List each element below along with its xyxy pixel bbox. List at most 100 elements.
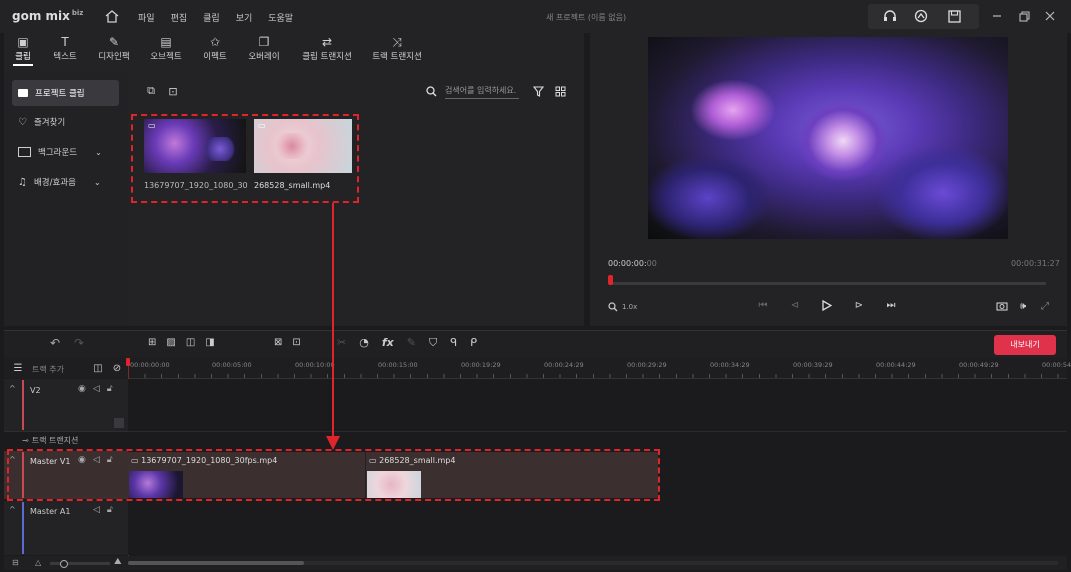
zoom-level[interactable]: 1.0x bbox=[622, 303, 637, 311]
zoom-in-icon[interactable]: ⛰ bbox=[114, 557, 122, 567]
zoom-slider[interactable] bbox=[50, 562, 110, 565]
tab-object[interactable]: ▤ 오브젝트 bbox=[140, 34, 192, 66]
go-to-start-icon[interactable]: ⏮ bbox=[756, 298, 770, 312]
pen-icon[interactable]: ✎ bbox=[407, 336, 416, 350]
tab-overlay[interactable]: ❐ 오버레이 bbox=[238, 34, 290, 66]
current-frame-value: 00 bbox=[646, 259, 657, 268]
current-time-value: 00:00:00 bbox=[608, 259, 644, 268]
app-logo-text: gom mix bbox=[12, 9, 70, 23]
minimize-icon[interactable] bbox=[990, 9, 1004, 23]
playhead-marker[interactable] bbox=[126, 358, 130, 366]
menu-help[interactable]: 도움말 bbox=[268, 11, 293, 24]
add-track-icon[interactable]: ☰ bbox=[12, 362, 24, 374]
sidebar-item-favorites[interactable]: ♡ 즐겨찾기 bbox=[18, 111, 119, 133]
snapshot-icon[interactable] bbox=[995, 300, 1009, 312]
undo-icon[interactable]: ↶ bbox=[48, 336, 62, 350]
capture-icon[interactable] bbox=[913, 8, 929, 24]
preview-seek-handle[interactable] bbox=[608, 275, 613, 285]
speed-icon[interactable]: ◔ bbox=[359, 336, 369, 350]
text-icon: T bbox=[61, 35, 69, 49]
link-icon: ⊸ bbox=[22, 436, 29, 445]
add-media-icon[interactable]: ⧉ bbox=[144, 84, 158, 98]
search-input[interactable]: 검색어를 입력하세요. bbox=[445, 85, 519, 99]
speaker-icon[interactable]: ◁ bbox=[93, 505, 100, 515]
effect-tools: ✂ ◔ fx ✎ ⛉ ᑫ ᑭ bbox=[337, 336, 477, 350]
preview-current-time: 00:00:00:00 bbox=[608, 259, 657, 268]
split-left-icon[interactable]: ◫ bbox=[186, 337, 195, 348]
ruler-label: 00:00:24:29 bbox=[544, 361, 584, 369]
ruler-label: 00:00:54 bbox=[1042, 361, 1071, 369]
split-right-icon[interactable]: ◨ bbox=[205, 337, 214, 348]
collapse-chevron-icon[interactable]: ^ bbox=[9, 505, 16, 514]
tab-design[interactable]: ✎ 디자인팩 bbox=[88, 34, 140, 66]
tab-clip[interactable]: ▣ 클립 bbox=[4, 34, 42, 66]
horizontal-scrollbar-thumb[interactable] bbox=[128, 561, 304, 565]
filter-icon[interactable] bbox=[531, 84, 545, 98]
track-master-a1-lane[interactable] bbox=[128, 501, 1067, 555]
preview-seekbar[interactable] bbox=[609, 282, 1046, 285]
ruler-label: 00:00:29:29 bbox=[627, 361, 667, 369]
preview-flower-3 bbox=[878, 147, 1008, 239]
ruler-label: 00:00:49:29 bbox=[959, 361, 999, 369]
track-split-icon[interactable]: ◫ bbox=[92, 362, 104, 374]
drag-annotation-arrow bbox=[326, 203, 340, 450]
tab-track-transition[interactable]: ⤨ 트랙 트랜지션 bbox=[364, 34, 430, 66]
sidebar-item-background[interactable]: 백그라운드 ⌄ bbox=[18, 141, 119, 163]
tab-clip-transition-label: 클립 트랜지션 bbox=[302, 52, 352, 62]
add-track-label[interactable]: 트랙 추가 bbox=[32, 364, 64, 375]
preview-flower-2 bbox=[798, 101, 888, 181]
go-to-end-icon[interactable]: ⏭ bbox=[884, 298, 898, 312]
add-folder-icon[interactable]: ⊡ bbox=[166, 84, 180, 98]
lock-icon[interactable]: 🔓︎ bbox=[107, 505, 113, 515]
fx-icon[interactable]: fx bbox=[382, 336, 394, 350]
play-icon[interactable] bbox=[820, 298, 834, 312]
marker-in-icon[interactable]: ᑫ bbox=[450, 336, 457, 350]
crop-icon[interactable]: ▨ bbox=[166, 337, 175, 348]
support-icon[interactable] bbox=[882, 8, 898, 24]
magnet-icon[interactable]: ⊘ bbox=[111, 362, 123, 374]
previous-frame-icon[interactable]: ⊲ bbox=[788, 298, 802, 312]
menu-view[interactable]: 보기 bbox=[236, 11, 253, 24]
menu-file[interactable]: 파일 bbox=[138, 11, 155, 24]
speaker-icon[interactable]: ◁ bbox=[93, 384, 100, 394]
heart-icon: ♡ bbox=[18, 116, 27, 128]
restore-icon[interactable] bbox=[1017, 9, 1031, 23]
save-icon[interactable] bbox=[946, 8, 962, 24]
collapse-chevron-icon[interactable]: ^ bbox=[9, 384, 16, 393]
zoom-slider-handle[interactable] bbox=[60, 560, 68, 568]
track-v2-accent bbox=[22, 380, 24, 430]
background-icon bbox=[18, 147, 31, 157]
sidebar-item-music[interactable]: ♫ 배경/효과음 ⌄ bbox=[18, 171, 119, 193]
add-marker-icon[interactable]: ⊞ bbox=[148, 337, 156, 348]
next-frame-icon[interactable]: ⊳ bbox=[852, 298, 866, 312]
search-icon bbox=[425, 84, 437, 98]
marker-out-icon[interactable]: ᑭ bbox=[470, 336, 477, 350]
volume-icon[interactable]: 🕪 bbox=[1016, 300, 1030, 312]
fit-icon[interactable]: ⊟ bbox=[12, 558, 19, 567]
menu-clip[interactable]: 클립 bbox=[203, 11, 220, 24]
home-icon[interactable] bbox=[104, 8, 120, 24]
close-icon[interactable] bbox=[1043, 9, 1057, 23]
tab-effect[interactable]: ✩ 이펙트 bbox=[192, 34, 238, 66]
shield-icon[interactable]: ⛉ bbox=[429, 336, 437, 350]
lock-icon[interactable]: 🔓︎ bbox=[107, 384, 113, 394]
track-v2-settings-icon[interactable] bbox=[114, 418, 124, 428]
track-v2-lane[interactable] bbox=[128, 379, 1067, 432]
chevron-down-icon: ⌄ bbox=[93, 177, 101, 187]
delete-gap-icon[interactable]: ⊡ bbox=[292, 337, 300, 348]
delete-clip-icon[interactable]: ⊠ bbox=[274, 337, 282, 348]
sidebar-item-project-clip[interactable]: 프로젝트 클립 bbox=[12, 80, 119, 106]
zoom-icon[interactable] bbox=[607, 301, 619, 313]
tab-clip-transition[interactable]: ⇄ 클립 트랜지션 bbox=[290, 34, 364, 66]
zoom-out-icon[interactable]: △ bbox=[35, 558, 41, 567]
export-button[interactable]: 내보내기 bbox=[994, 335, 1056, 355]
fullscreen-icon[interactable]: ⤢ bbox=[1038, 300, 1052, 312]
eye-icon[interactable]: ◉ bbox=[78, 384, 86, 394]
clip-tools: ⊠ ⊡ bbox=[274, 337, 301, 348]
grid-view-icon[interactable] bbox=[553, 84, 567, 98]
redo-icon[interactable]: ↷ bbox=[72, 336, 86, 350]
tab-object-label: 오브젝트 bbox=[150, 52, 182, 62]
tab-text[interactable]: T 텍스트 bbox=[42, 34, 88, 66]
menu-edit[interactable]: 편집 bbox=[171, 11, 188, 24]
timeline-ruler[interactable]: 00:00:00:00 00:00:05:00 00:00:10:00 00:0… bbox=[128, 358, 1071, 379]
